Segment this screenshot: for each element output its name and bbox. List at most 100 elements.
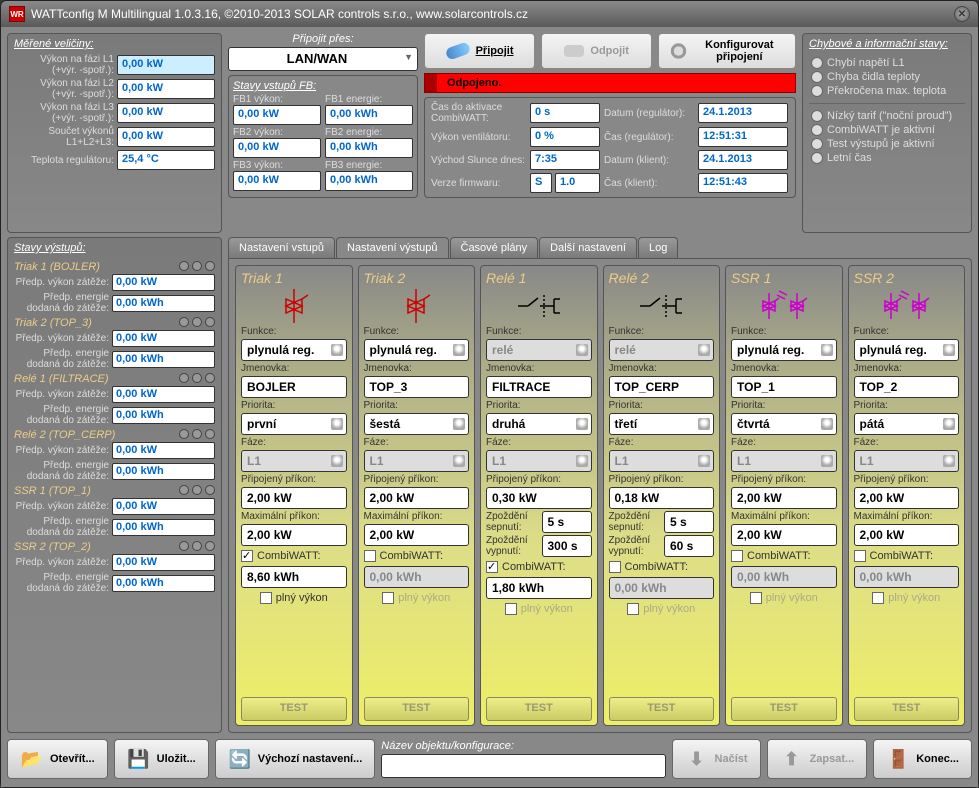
fw-version: 1.0 (555, 173, 600, 193)
max-power-input[interactable]: 2,00 kW (364, 524, 470, 546)
combiwatt-input[interactable]: 0,00 kWh (731, 566, 837, 588)
fb-title: Stavy vstupů FB: (233, 80, 413, 92)
phase-select[interactable]: L1 (241, 450, 347, 472)
priority-select[interactable]: pátá (854, 413, 960, 435)
phase-select[interactable]: L1 (609, 450, 715, 472)
app-icon: WR (9, 6, 25, 22)
tab-0[interactable]: Nastavení vstupů (228, 237, 335, 258)
fb-energy-0: 0,00 kWh (325, 105, 413, 125)
fb-power-0: 0,00 kW (233, 105, 321, 125)
combiwatt-checkbox[interactable] (731, 550, 743, 562)
status-indicator (811, 57, 823, 69)
out-energy-0: 0,00 kWh (112, 295, 215, 312)
tab-3[interactable]: Další nastavení (539, 237, 637, 258)
combiwatt-checkbox[interactable] (854, 550, 866, 562)
connected-power-input[interactable]: 2,00 kW (364, 487, 470, 509)
connected-power-input[interactable]: 0,18 kW (609, 487, 715, 509)
open-button[interactable]: 📂Otevřít... (7, 739, 108, 779)
function-select[interactable]: plynulá reg. (364, 339, 470, 361)
save-button[interactable]: 💾Uložit... (114, 739, 209, 779)
name-input[interactable]: TOP_3 (364, 376, 470, 398)
test-button[interactable]: TEST (731, 697, 837, 721)
tab-2[interactable]: Časové plány (450, 237, 539, 258)
exit-button[interactable]: 🚪Konec... (873, 739, 972, 779)
write-button[interactable]: ⬆Zapsat... (767, 739, 868, 779)
configure-connection-button[interactable]: Konfigurovat připojení (658, 33, 796, 69)
full-power-checkbox[interactable] (382, 592, 394, 604)
connect-via-dropdown[interactable]: LAN/WAN (228, 47, 418, 71)
test-button[interactable]: TEST (486, 697, 592, 721)
priority-select[interactable]: šestá (364, 413, 470, 435)
name-input[interactable]: BOJLER (241, 376, 347, 398)
config-name-input[interactable] (381, 754, 665, 778)
phase-select[interactable]: L1 (854, 450, 960, 472)
refresh-icon: 🔄 (228, 747, 252, 771)
function-select[interactable]: plynulá reg. (241, 339, 347, 361)
function-select[interactable]: plynulá reg. (854, 339, 960, 361)
name-input[interactable]: TOP_1 (731, 376, 837, 398)
combiwatt-input[interactable]: 1,80 kWh (486, 577, 592, 599)
function-select[interactable]: relé (609, 339, 715, 361)
tab-4[interactable]: Log (638, 237, 678, 258)
out-power-3: 0,00 kW (112, 442, 215, 459)
output-states-title: Stavy výstupů: (14, 242, 215, 254)
full-power-checkbox[interactable] (260, 592, 272, 604)
combiwatt-checkbox[interactable] (364, 550, 376, 562)
combiwatt-input[interactable]: 0,00 kWh (854, 566, 960, 588)
out-col-title: Relé 2 (609, 270, 715, 286)
delay-off-input[interactable]: 60 s (664, 535, 714, 557)
test-button[interactable]: TEST (241, 697, 347, 721)
connected-power-input[interactable]: 2,00 kW (854, 487, 960, 509)
name-input[interactable]: TOP_2 (854, 376, 960, 398)
out-energy-2: 0,00 kWh (112, 407, 215, 424)
measured-value-1: 0,00 kW (117, 79, 215, 99)
phase-select[interactable]: L1 (486, 450, 592, 472)
priority-select[interactable]: třetí (609, 413, 715, 435)
connected-power-input[interactable]: 2,00 kW (241, 487, 347, 509)
full-power-checkbox[interactable] (872, 592, 884, 604)
priority-select[interactable]: čtvrtá (731, 413, 837, 435)
delay-on-input[interactable]: 5 s (542, 511, 592, 533)
relay-icon (609, 288, 715, 324)
out-state-name-2: Relé 1 (FILTRACE) (14, 373, 215, 385)
out-power-2: 0,00 kW (112, 386, 215, 403)
test-button[interactable]: TEST (364, 697, 470, 721)
max-power-input[interactable]: 2,00 kW (241, 524, 347, 546)
connected-power-input[interactable]: 0,30 kW (486, 487, 592, 509)
close-icon[interactable]: ✕ (954, 6, 970, 22)
max-power-input[interactable]: 2,00 kW (731, 524, 837, 546)
fb-energy-2: 0,00 kWh (325, 171, 413, 191)
name-input[interactable]: FILTRACE (486, 376, 592, 398)
phase-select[interactable]: L1 (731, 450, 837, 472)
connected-power-input[interactable]: 2,00 kW (731, 487, 837, 509)
indicator-icon (192, 429, 202, 439)
combiwatt-input[interactable]: 8,60 kWh (241, 566, 347, 588)
read-button[interactable]: ⬇Načíst (672, 739, 761, 779)
combiwatt-input[interactable]: 0,00 kWh (364, 566, 470, 588)
function-select[interactable]: plynulá reg. (731, 339, 837, 361)
function-select[interactable]: relé (486, 339, 592, 361)
priority-select[interactable]: první (241, 413, 347, 435)
combiwatt-checkbox[interactable] (241, 550, 253, 562)
full-power-checkbox[interactable] (505, 603, 517, 615)
config-name-label: Název objektu/konfigurace: (381, 740, 665, 752)
max-power-input[interactable]: 2,00 kW (854, 524, 960, 546)
full-power-checkbox[interactable] (627, 603, 639, 615)
delay-off-input[interactable]: 300 s (542, 535, 592, 557)
connect-button[interactable]: Připojit (424, 33, 535, 69)
priority-select[interactable]: druhá (486, 413, 592, 435)
tab-1[interactable]: Nastavení výstupů (336, 237, 449, 259)
combiwatt-checkbox[interactable] (609, 561, 621, 573)
test-button[interactable]: TEST (609, 697, 715, 721)
disconnect-button[interactable]: Odpojit (541, 33, 652, 69)
out-state-name-4: SSR 1 (TOP_1) (14, 485, 215, 497)
defaults-button[interactable]: 🔄Výchozí nastavení... (215, 739, 376, 779)
combiwatt-checkbox[interactable] (486, 561, 498, 573)
upload-icon: ⬆ (780, 747, 804, 771)
delay-on-input[interactable]: 5 s (664, 511, 714, 533)
test-button[interactable]: TEST (854, 697, 960, 721)
full-power-checkbox[interactable] (750, 592, 762, 604)
phase-select[interactable]: L1 (364, 450, 470, 472)
combiwatt-input[interactable]: 0,00 kWh (609, 577, 715, 599)
name-input[interactable]: TOP_CERP (609, 376, 715, 398)
